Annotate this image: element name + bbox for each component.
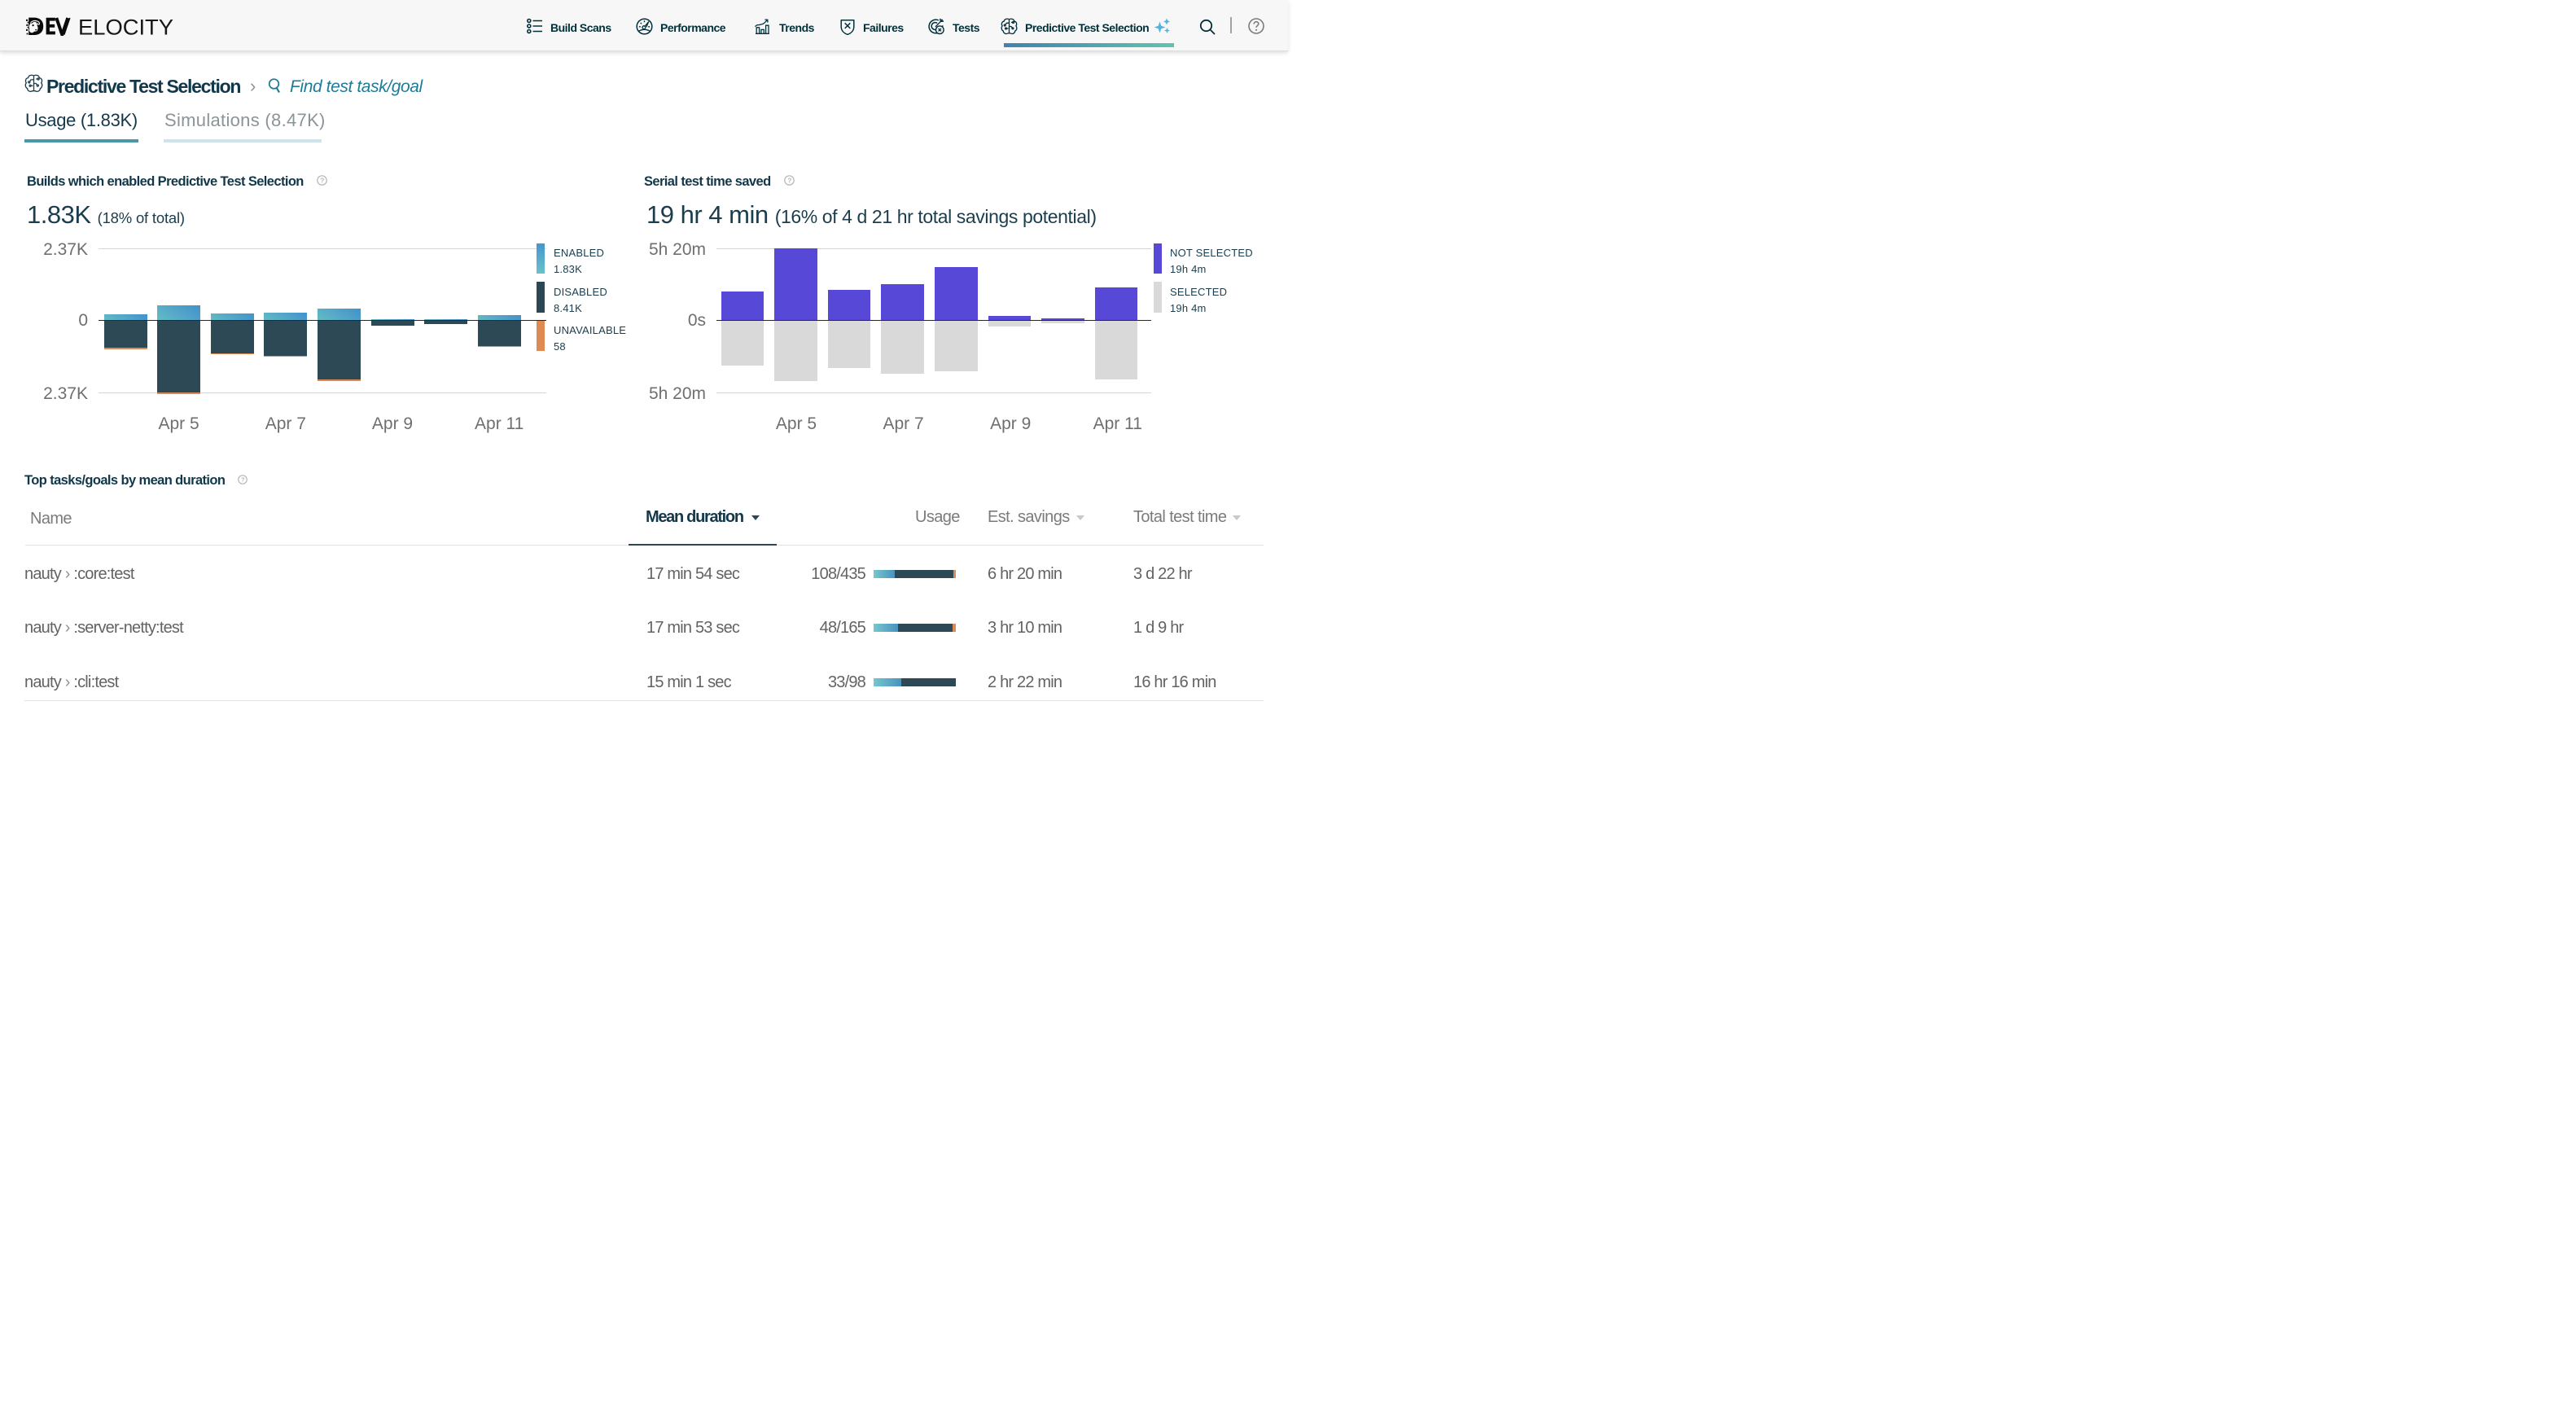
svg-text:?: ?: [320, 177, 324, 184]
svg-text:?: ?: [787, 177, 791, 184]
svg-text:?: ?: [241, 476, 245, 484]
svg-text:ELOCITY: ELOCITY: [78, 17, 173, 36]
